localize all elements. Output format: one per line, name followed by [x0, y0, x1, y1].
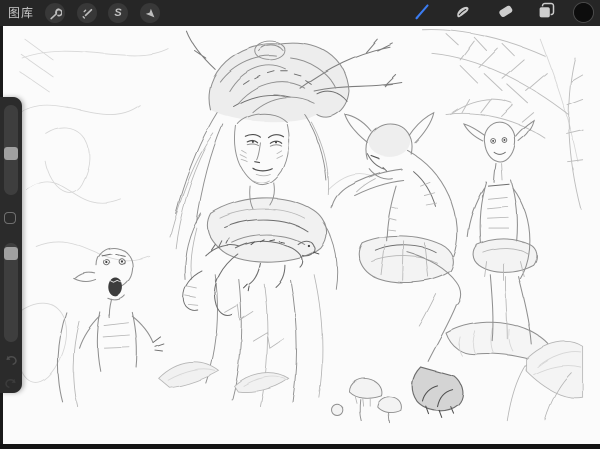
screen-edge-bottom [0, 444, 600, 449]
current-color [574, 3, 593, 22]
opacity-slider[interactable] [4, 243, 18, 342]
redo-arrow-icon [4, 377, 18, 394]
redo-button[interactable] [4, 376, 18, 390]
erase-tool-button[interactable] [494, 2, 516, 24]
top-toolbar: 图库 S [0, 0, 600, 26]
transform-button[interactable] [140, 3, 160, 23]
wrench-icon [49, 7, 62, 20]
layers-button[interactable] [535, 2, 557, 24]
smudge-icon [453, 1, 473, 26]
undo-arrow-icon [4, 354, 18, 371]
paint-tool-button[interactable] [412, 2, 434, 24]
gallery-button[interactable]: 图库 [8, 0, 34, 26]
smudge-tool-button[interactable] [452, 2, 474, 24]
color-swatch[interactable] [573, 2, 594, 23]
opacity-handle[interactable] [4, 247, 18, 260]
selection-icon: S [114, 8, 121, 19]
magic-wand-icon [81, 7, 94, 20]
transform-arrow-icon [144, 7, 156, 19]
brush-sidebar [0, 97, 22, 393]
brush-size-handle[interactable] [4, 147, 18, 160]
undo-button[interactable] [4, 353, 18, 367]
brush-size-slider[interactable] [4, 105, 18, 195]
adjustments-button[interactable] [77, 3, 97, 23]
modify-button[interactable] [4, 212, 16, 224]
canvas-artwork [0, 26, 600, 449]
layers-icon [536, 0, 557, 26]
paintbrush-icon [412, 0, 434, 27]
actions-button[interactable] [45, 3, 65, 23]
canvas[interactable] [0, 26, 600, 449]
eraser-icon [495, 1, 515, 26]
procreate-window: 图库 S [0, 0, 600, 449]
selection-button[interactable]: S [108, 3, 128, 23]
